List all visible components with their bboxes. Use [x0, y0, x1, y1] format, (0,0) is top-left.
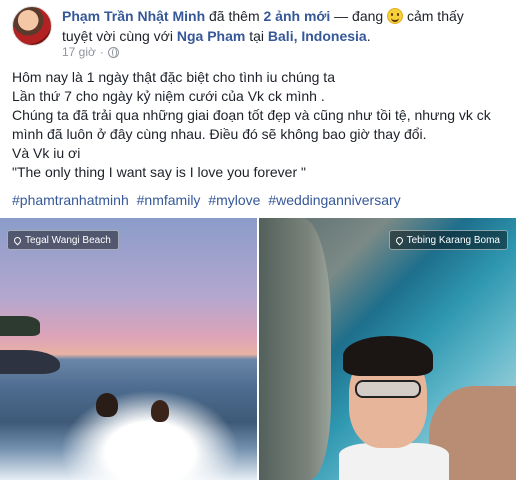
pin-icon — [12, 235, 23, 245]
post-line: "The only thing I want say is I love you… — [12, 164, 306, 180]
photos-link[interactable]: 2 ảnh mới — [264, 8, 331, 24]
action-text: đã thêm — [205, 8, 264, 24]
hashtag-link[interactable]: #weddinganniversary — [268, 192, 400, 208]
author-avatar[interactable] — [12, 6, 52, 46]
photo-couple-cliff[interactable]: Tebing Karang Boma — [259, 218, 516, 480]
post-line: Chúng ta đã trải qua những giai đoạn tốt… — [12, 107, 491, 142]
feeling-text: cảm thấy — [403, 8, 464, 24]
post-line: Lần thứ 7 cho ngày kỷ niệm cưới của Vk c… — [12, 88, 325, 104]
hashtag-link[interactable]: #nmfamily — [137, 192, 201, 208]
photo-detail — [343, 336, 433, 376]
meta-separator: · — [99, 45, 104, 59]
post-header: Phạm Trần Nhật Minh đã thêm 2 ảnh mới — … — [62, 6, 502, 46]
photo-detail — [0, 316, 40, 336]
feeling-text-2: tuyệt vời cùng với — [62, 28, 177, 44]
tagged-friend-link[interactable]: Nga Pham — [177, 28, 245, 44]
photo-detail — [60, 390, 240, 480]
globe-icon[interactable] — [107, 46, 119, 58]
photo-beach-sunset[interactable]: Tegal Wangi Beach — [0, 218, 257, 480]
location-tag-label: Tegal Wangi Beach — [25, 234, 111, 246]
post-line: Hôm nay là 1 ngày thật đặc biệt cho tình… — [12, 69, 335, 85]
photo-detail — [96, 393, 118, 417]
hashtag-link[interactable]: #mylove — [208, 192, 260, 208]
post-text: Hôm nay là 1 ngày thật đặc biệt cho tình… — [12, 68, 508, 182]
post-line: Và Vk iu ơi — [12, 145, 81, 161]
photo-detail — [259, 218, 331, 480]
pin-icon — [394, 235, 405, 245]
author-link[interactable]: Phạm Trần Nhật Minh — [62, 8, 205, 24]
smile-icon — [387, 8, 404, 24]
photo-detail — [355, 380, 421, 398]
location-tag[interactable]: Tegal Wangi Beach — [7, 230, 119, 250]
location-tag-label: Tebing Karang Boma — [406, 234, 500, 246]
photo-detail — [151, 400, 169, 422]
at-text: tại — [245, 28, 268, 44]
facebook-post: Phạm Trần Nhật Minh đã thêm 2 ảnh mới — … — [0, 0, 516, 480]
timestamp[interactable]: 17 giờ — [62, 45, 96, 59]
post-meta: 17 giờ · — [62, 45, 119, 59]
hashtag-link[interactable]: #phamtranhatminh — [12, 192, 129, 208]
photo-grid: Tegal Wangi Beach Tebing Karang Boma — [0, 218, 516, 480]
photo-detail — [0, 350, 60, 374]
photo-detail — [339, 443, 449, 480]
location-tag[interactable]: Tebing Karang Boma — [388, 230, 508, 250]
hashtags: #phamtranhatminh #nmfamily #mylove #wedd… — [12, 191, 508, 210]
location-link[interactable]: Bali, Indonesia — [268, 28, 367, 44]
action-mid-text: — đang — [330, 8, 388, 24]
period-text: . — [366, 28, 371, 44]
